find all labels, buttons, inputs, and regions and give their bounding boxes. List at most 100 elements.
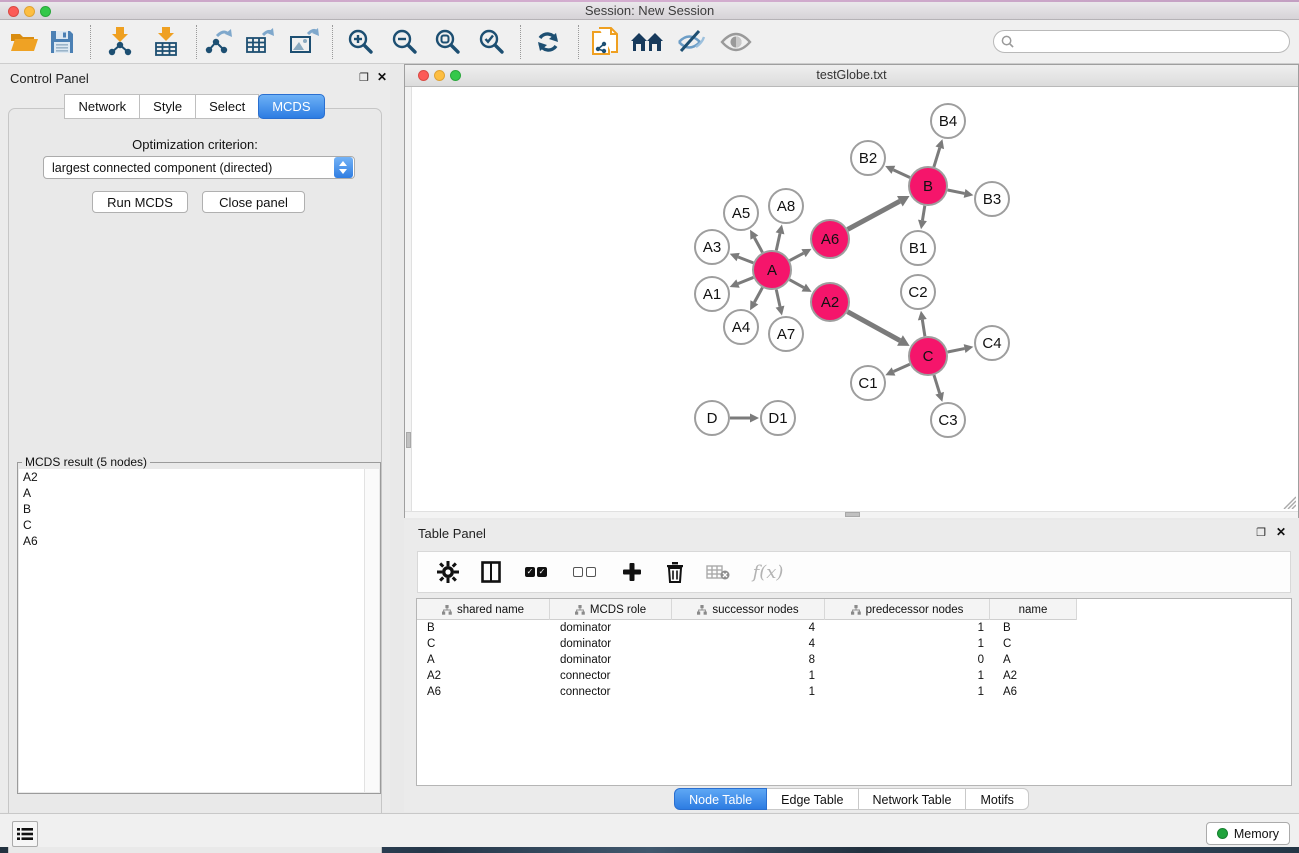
edge-A-A3[interactable]: [738, 257, 753, 263]
table-cell[interactable]: A6: [990, 686, 1077, 698]
close-window-light[interactable]: [8, 6, 19, 17]
open-file-icon[interactable]: [6, 26, 42, 58]
table-cell[interactable]: 4: [672, 638, 825, 650]
result-scrollbar[interactable]: [364, 469, 379, 792]
table-row[interactable]: Adominator80A: [417, 652, 1291, 668]
table-cell[interactable]: A6: [417, 686, 550, 698]
table-cell[interactable]: dominator: [550, 622, 672, 634]
table-cell[interactable]: A: [990, 654, 1077, 666]
table-cell[interactable]: 1: [825, 670, 990, 682]
add-row-icon[interactable]: [619, 559, 645, 585]
table-cell[interactable]: 1: [825, 638, 990, 650]
show-columns-icon[interactable]: [478, 559, 504, 585]
result-item[interactable]: B: [19, 501, 379, 517]
close-network-light[interactable]: [418, 70, 429, 81]
edge-A6-B[interactable]: [848, 201, 900, 229]
houses-icon[interactable]: [629, 26, 665, 58]
column-header-name[interactable]: name: [990, 599, 1077, 620]
tab-style[interactable]: Style: [139, 94, 196, 119]
export-table-icon[interactable]: [242, 26, 278, 58]
table-cell[interactable]: 1: [672, 670, 825, 682]
table-cell[interactable]: A2: [417, 670, 550, 682]
zoom-in-icon[interactable]: [343, 26, 379, 58]
edge-B-B4[interactable]: [934, 148, 940, 167]
result-item[interactable]: A: [19, 485, 379, 501]
node-table[interactable]: shared nameMCDS rolesuccessor nodesprede…: [416, 598, 1292, 786]
edge-A-A7[interactable]: [776, 290, 780, 307]
refresh-icon[interactable]: [530, 26, 566, 58]
table-cell[interactable]: 1: [825, 686, 990, 698]
criterion-dropdown[interactable]: largest connected component (directed): [43, 156, 355, 179]
resize-grip-icon[interactable]: [1281, 494, 1296, 509]
table-row[interactable]: Cdominator41C: [417, 636, 1291, 652]
table-cell[interactable]: dominator: [550, 638, 672, 650]
tab-motifs[interactable]: Motifs: [966, 788, 1028, 810]
table-cell[interactable]: 4: [672, 622, 825, 634]
close-panel-button[interactable]: Close panel: [202, 191, 305, 213]
table-cell[interactable]: connector: [550, 686, 672, 698]
network-window-titlebar[interactable]: testGlobe.txt: [405, 65, 1298, 87]
zoom-fit-icon[interactable]: [430, 26, 466, 58]
import-network-icon[interactable]: [102, 26, 138, 58]
table-row[interactable]: A2connector11A2: [417, 668, 1291, 684]
search-input[interactable]: [1019, 33, 1289, 51]
select-all-checkboxes-icon[interactable]: ✓✓: [521, 559, 553, 585]
memory-button[interactable]: Memory: [1206, 822, 1290, 845]
table-cell[interactable]: connector: [550, 670, 672, 682]
export-network-icon[interactable]: [200, 26, 236, 58]
search-field[interactable]: [993, 30, 1290, 53]
save-session-icon[interactable]: [44, 26, 80, 58]
zoom-selected-icon[interactable]: [474, 26, 510, 58]
close-panel-icon[interactable]: ✕: [377, 70, 387, 84]
close-table-panel-icon[interactable]: ✕: [1276, 525, 1286, 539]
float-table-panel-icon[interactable]: ❐: [1256, 526, 1266, 539]
function-builder-icon[interactable]: f(x): [748, 559, 788, 585]
column-header-shared-name[interactable]: shared name: [417, 599, 550, 620]
edge-C-C1[interactable]: [894, 364, 910, 371]
tab-select[interactable]: Select: [195, 94, 259, 119]
table-cell[interactable]: 8: [672, 654, 825, 666]
table-cell[interactable]: C: [990, 638, 1077, 650]
result-item[interactable]: C: [19, 517, 379, 533]
table-cell[interactable]: B: [990, 622, 1077, 634]
tab-mcds[interactable]: MCDS: [258, 94, 324, 119]
edge-C-C4[interactable]: [948, 349, 965, 352]
vscroll-thumb[interactable]: [406, 432, 411, 448]
tab-network-table[interactable]: Network Table: [859, 788, 967, 810]
result-item[interactable]: A6: [19, 533, 379, 549]
table-cell[interactable]: 1: [672, 686, 825, 698]
minimize-window-light[interactable]: [24, 6, 35, 17]
mcds-result-list[interactable]: A2ABCA6: [19, 469, 379, 792]
edge-A2-C[interactable]: [848, 312, 900, 341]
edge-A-A2[interactable]: [790, 280, 804, 288]
result-item[interactable]: A2: [19, 469, 379, 485]
delete-row-trash-icon[interactable]: [662, 559, 688, 585]
run-mcds-button[interactable]: Run MCDS: [92, 191, 188, 213]
edge-C-C3[interactable]: [934, 375, 940, 393]
network-vertical-scrollbar[interactable]: [405, 87, 412, 511]
settings-gear-icon[interactable]: [435, 559, 461, 585]
tab-node-table[interactable]: Node Table: [674, 788, 767, 810]
edge-A-A4[interactable]: [754, 288, 762, 303]
table-row[interactable]: A6connector11A6: [417, 684, 1291, 700]
column-header-successor-nodes[interactable]: successor nodes: [672, 599, 825, 620]
edge-A-A6[interactable]: [790, 253, 804, 260]
column-header-MCDS-role[interactable]: MCDS role: [550, 599, 672, 620]
table-cell[interactable]: 1: [825, 622, 990, 634]
table-cell[interactable]: C: [417, 638, 550, 650]
edge-B-B2[interactable]: [893, 170, 910, 178]
deselect-all-checkboxes-icon[interactable]: [570, 559, 602, 585]
tab-network[interactable]: Network: [64, 94, 140, 119]
table-cell[interactable]: A: [417, 654, 550, 666]
zoom-network-light[interactable]: [450, 70, 461, 81]
network-canvas[interactable]: B4B2BB3A8A5A6A3B1AC2A1A2A4A7C4CC1C3DD1: [405, 87, 1298, 511]
minimize-network-light[interactable]: [434, 70, 445, 81]
table-cell[interactable]: 0: [825, 654, 990, 666]
eye-icon[interactable]: [718, 26, 754, 58]
task-history-button[interactable]: [12, 821, 38, 847]
column-header-predecessor-nodes[interactable]: predecessor nodes: [825, 599, 990, 620]
edge-A-A8[interactable]: [776, 233, 780, 250]
edge-B-B1[interactable]: [922, 206, 924, 221]
import-table-icon[interactable]: [148, 26, 184, 58]
zoom-window-light[interactable]: [40, 6, 51, 17]
